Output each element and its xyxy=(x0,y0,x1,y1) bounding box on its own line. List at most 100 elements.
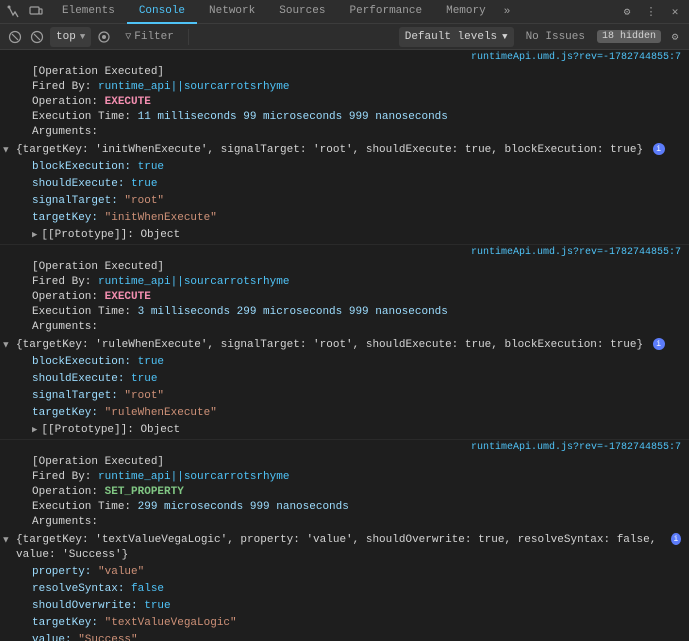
prop-value: true xyxy=(131,356,164,368)
inspect-element-icon[interactable] xyxy=(4,2,24,22)
log-part: EXECUTE xyxy=(105,96,151,108)
pause-on-exceptions-icon[interactable] xyxy=(28,28,46,46)
log-entry: [Operation Executed]Fired By: runtime_ap… xyxy=(0,258,689,337)
log-line: Arguments: xyxy=(32,515,681,530)
log-line: Execution Time: 299 microseconds 999 nan… xyxy=(32,500,681,515)
default-levels-label: Default levels xyxy=(405,31,497,43)
default-levels-chevron: ▼ xyxy=(502,32,507,42)
context-selector[interactable]: top ▼ xyxy=(50,27,91,47)
prop-key: shouldOverwrite: xyxy=(32,600,138,612)
log-part: Operation: xyxy=(32,96,105,108)
log-line: [Operation Executed] xyxy=(32,65,681,80)
log-part: 3 milliseconds 299 microseconds 999 nano… xyxy=(138,306,448,318)
prop-value: "value" xyxy=(91,566,144,578)
expandable-object[interactable]: ▶ {targetKey: 'initWhenExecute', signalTa… xyxy=(0,142,689,159)
info-badge[interactable]: i xyxy=(671,533,681,545)
log-group-2: runtimeApi.umd.js?rev=-1782744855:7[Oper… xyxy=(0,440,689,641)
prop-key: shouldExecute: xyxy=(32,178,124,190)
info-badge[interactable]: i xyxy=(653,338,665,350)
console-toolbar: top ▼ ▽ Filter Default levels ▼ No Issue… xyxy=(0,24,689,50)
log-part: runtime_api||sourcarrotsrhyme xyxy=(98,276,289,288)
log-line: Fired By: runtime_api||sourcarrotsrhyme xyxy=(32,470,681,485)
object-property: property: "value" xyxy=(0,564,689,581)
prop-value: "Success" xyxy=(72,634,138,641)
info-badge[interactable]: i xyxy=(653,143,665,155)
log-entry: [Operation Executed]Fired By: runtime_ap… xyxy=(0,453,689,532)
prop-value: false xyxy=(124,583,164,595)
log-line: Operation: EXECUTE xyxy=(32,290,681,305)
clear-console-icon[interactable] xyxy=(6,28,24,46)
proto-arrow[interactable]: ▶ xyxy=(32,423,37,438)
log-part: 11 milliseconds 99 microseconds 999 nano… xyxy=(138,111,448,123)
log-part: Fired By: xyxy=(32,276,98,288)
prop-key: signalTarget: xyxy=(32,195,118,207)
expandable-object[interactable]: ▶ {targetKey: 'ruleWhenExecute', signalTa… xyxy=(0,337,689,354)
log-line: Operation: SET_PROPERTY xyxy=(32,485,681,500)
log-part: Execution Time: xyxy=(32,501,138,513)
object-property: signalTarget: "root" xyxy=(0,193,689,210)
prop-value: "initWhenExecute" xyxy=(98,212,217,224)
log-part: EXECUTE xyxy=(105,291,151,303)
object-preview: {targetKey: 'textValueVegaLogic', proper… xyxy=(16,533,668,563)
proto-text: [[Prototype]]: Object xyxy=(41,423,180,438)
tab-network[interactable]: Network xyxy=(197,0,267,24)
prop-value: true xyxy=(124,178,157,190)
prop-key: signalTarget: xyxy=(32,390,118,402)
proto-arrow[interactable]: ▶ xyxy=(32,228,37,243)
prop-key: targetKey: xyxy=(32,212,98,224)
expand-arrow[interactable]: ▶ xyxy=(1,537,11,542)
devtools-tab-bar: Elements Console Network Sources Perform… xyxy=(0,0,689,24)
console-settings-icon[interactable]: ⚙ xyxy=(667,29,683,45)
log-line: Arguments: xyxy=(32,320,681,335)
context-chevron: ▼ xyxy=(80,32,85,42)
filter-label: Filter xyxy=(134,31,174,43)
devtools-settings-icon[interactable]: ⚙ xyxy=(617,2,637,22)
prototype-line[interactable]: ▶ [[Prototype]]: Object xyxy=(0,227,689,244)
object-preview: {targetKey: 'ruleWhenExecute', signalTar… xyxy=(16,338,650,353)
tab-sources[interactable]: Sources xyxy=(267,0,337,24)
prop-key: targetKey: xyxy=(32,617,98,629)
prop-value: "root" xyxy=(118,390,164,402)
expand-arrow[interactable]: ▶ xyxy=(1,147,11,152)
source-link[interactable]: runtimeApi.umd.js?rev=-1782744855:7 xyxy=(0,245,689,258)
prop-value: true xyxy=(124,373,157,385)
tab-console[interactable]: Console xyxy=(127,0,197,24)
tab-performance[interactable]: Performance xyxy=(337,0,434,24)
default-levels-dropdown[interactable]: Default levels ▼ xyxy=(399,27,514,47)
log-line: Fired By: runtime_api||sourcarrotsrhyme xyxy=(32,275,681,290)
tab-elements[interactable]: Elements xyxy=(50,0,127,24)
toolbar-separator-1 xyxy=(188,29,189,45)
prop-key: value: xyxy=(32,634,72,641)
log-part: SET_PROPERTY xyxy=(105,486,184,498)
proto-text: [[Prototype]]: Object xyxy=(41,228,180,243)
filter-button[interactable]: ▽ Filter xyxy=(117,27,182,47)
object-preview: {targetKey: 'initWhenExecute', signalTar… xyxy=(16,143,650,158)
log-line: Arguments: xyxy=(32,125,681,140)
tab-memory[interactable]: Memory xyxy=(434,0,498,24)
filter-icon: ▽ xyxy=(125,31,131,43)
log-line: Execution Time: 11 milliseconds 99 micro… xyxy=(32,110,681,125)
devtools-close-icon[interactable]: ✕ xyxy=(665,2,685,22)
prototype-line[interactable]: ▶ [[Prototype]]: Object xyxy=(0,422,689,439)
object-property: targetKey: "initWhenExecute" xyxy=(0,210,689,227)
object-property: signalTarget: "root" xyxy=(0,388,689,405)
log-group-1: runtimeApi.umd.js?rev=-1782744855:7[Oper… xyxy=(0,245,689,440)
source-link[interactable]: runtimeApi.umd.js?rev=-1782744855:7 xyxy=(0,440,689,453)
hidden-count-badge[interactable]: 18 hidden xyxy=(597,30,661,43)
prop-key: property: xyxy=(32,566,91,578)
device-toggle-icon[interactable] xyxy=(26,2,46,22)
source-link[interactable]: runtimeApi.umd.js?rev=-1782744855:7 xyxy=(0,50,689,63)
log-line: Execution Time: 3 milliseconds 299 micro… xyxy=(32,305,681,320)
expandable-object[interactable]: ▶ {targetKey: 'textValueVegaLogic', prope… xyxy=(0,532,689,564)
prop-value: "root" xyxy=(118,195,164,207)
live-expressions-icon[interactable] xyxy=(95,28,113,46)
log-part: 299 microseconds 999 nanoseconds xyxy=(138,501,349,513)
more-tabs-icon[interactable]: » xyxy=(498,6,517,18)
expand-arrow[interactable]: ▶ xyxy=(1,342,11,347)
object-property: targetKey: "ruleWhenExecute" xyxy=(0,405,689,422)
prop-key: blockExecution: xyxy=(32,356,131,368)
log-part: Operation: xyxy=(32,486,105,498)
object-property: blockExecution: true xyxy=(0,159,689,176)
devtools-more-icon[interactable]: ⋮ xyxy=(641,2,661,22)
log-part: Fired By: xyxy=(32,471,98,483)
